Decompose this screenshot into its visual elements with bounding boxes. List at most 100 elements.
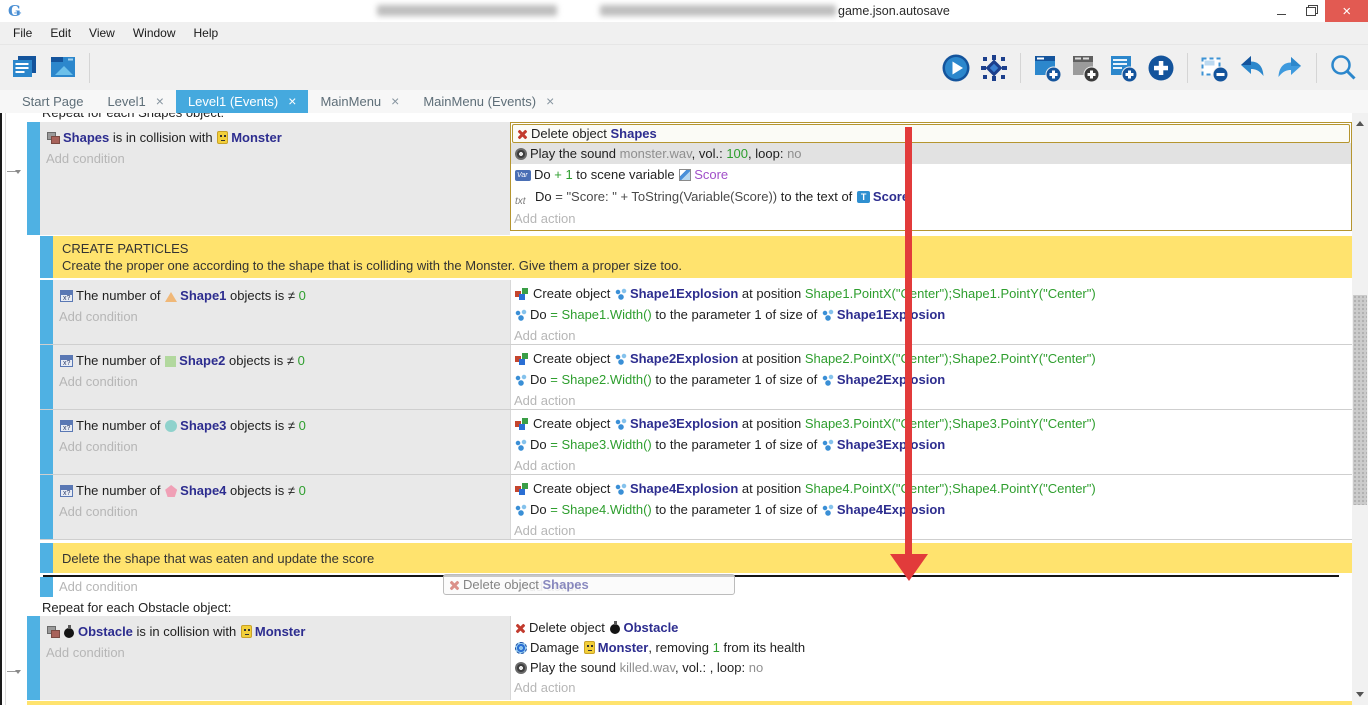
close-tab-icon[interactable]	[546, 94, 554, 109]
redo-button[interactable]	[1273, 50, 1307, 86]
event-drag-bar[interactable]	[40, 475, 53, 539]
tab-mainmenu-events[interactable]: MainMenu (Events)	[411, 90, 566, 113]
condition-row[interactable]: The number of Shape4 objects is ≠ 0	[53, 480, 510, 501]
tree-collapse-toggle[interactable]	[7, 671, 19, 672]
action-row[interactable]: Delete object Obstacle	[511, 618, 1352, 638]
shape-subevent[interactable]: The number of Shape1 objects is ≠ 0 Add …	[40, 280, 1352, 345]
event-obstacle-collision[interactable]: Obstacle is in collision with Monster Ad…	[27, 616, 1352, 700]
add-action-link[interactable]: Add action	[511, 325, 1352, 346]
action-row[interactable]: Create object Shape4Explosion at positio…	[511, 478, 1352, 499]
action-row[interactable]: Damage Monster, removing 1 from its heal…	[511, 638, 1352, 658]
menu-view[interactable]: View	[80, 22, 124, 44]
scrollbar-thumb[interactable]	[1353, 295, 1367, 505]
shape-subevent[interactable]: The number of Shape4 objects is ≠ 0 Add …	[40, 475, 1352, 540]
condition-row[interactable]: The number of Shape3 objects is ≠ 0	[53, 415, 510, 436]
comment-body[interactable]: Delete the shape that was eaten and upda…	[53, 543, 1352, 573]
conditions-panel[interactable]: Obstacle is in collision with Monster Ad…	[40, 616, 510, 700]
action-row[interactable]: Do = Shape2.Width() to the parameter 1 o…	[511, 369, 1352, 390]
debug-button[interactable]	[977, 50, 1011, 86]
event-drag-bar[interactable]	[27, 616, 40, 700]
comment-create-particles[interactable]: CREATE PARTICLES Create the proper one a…	[40, 236, 1352, 278]
tab-start-page[interactable]: Start Page	[10, 90, 95, 113]
add-action-link[interactable]: Add action	[511, 208, 1351, 229]
action-row[interactable]: Do = Shape1.Width() to the parameter 1 o…	[511, 304, 1352, 325]
add-condition-link[interactable]: Add condition	[53, 306, 510, 327]
close-tab-icon[interactable]	[288, 94, 296, 109]
comment-delete-shape[interactable]: Delete the shape that was eaten and upda…	[40, 543, 1352, 573]
conditions-panel[interactable]: The number of Shape3 objects is ≠ 0 Add …	[53, 410, 510, 474]
add-condition-link[interactable]: Add condition	[53, 371, 510, 392]
repeat-shapes-header-clipped[interactable]: Repeat for each Shapes object:	[27, 113, 1352, 122]
add-condition-link[interactable]: Add condition	[53, 436, 510, 457]
add-condition-link[interactable]: Add condition	[53, 577, 510, 597]
event-drag-bar[interactable]	[40, 345, 53, 409]
event-drag-bar[interactable]	[40, 236, 53, 278]
shape-subevent[interactable]: The number of Shape2 objects is ≠ 0 Add …	[40, 345, 1352, 410]
tab-level1-events[interactable]: Level1 (Events)	[176, 90, 309, 113]
action-row[interactable]: Create object Shape3Explosion at positio…	[511, 413, 1352, 434]
delete-selection-button[interactable]	[1197, 50, 1231, 86]
add-action-link[interactable]: Add action	[511, 520, 1352, 541]
event-drag-bar[interactable]	[40, 280, 53, 344]
action-row[interactable]: Do = Shape4.Width() to the parameter 1 o…	[511, 499, 1352, 520]
minimize-button[interactable]	[1267, 0, 1296, 22]
conditions-panel[interactable]: The number of Shape2 objects is ≠ 0 Add …	[53, 345, 510, 409]
condition-row[interactable]: The number of Shape2 objects is ≠ 0	[53, 350, 510, 371]
add-subevent-button[interactable]	[1068, 50, 1102, 86]
scroll-up-icon[interactable]	[1356, 121, 1364, 126]
action-row[interactable]: Create object Shape1Explosion at positio…	[511, 283, 1352, 304]
event-drag-bar[interactable]	[40, 577, 53, 597]
vertical-scrollbar[interactable]	[1352, 113, 1368, 705]
action-row-selected[interactable]: Delete object Shapes	[512, 124, 1350, 143]
add-other-event-button[interactable]	[1144, 50, 1178, 86]
actions-panel[interactable]: Create object Shape3Explosion at positio…	[510, 410, 1352, 474]
conditions-panel[interactable]: Shapes is in collision with Monster Add …	[40, 122, 510, 235]
condition-row[interactable]: The number of Shape1 objects is ≠ 0	[53, 285, 510, 306]
action-row[interactable]: Do = "Score: " + ToString(Variable(Score…	[511, 185, 1351, 208]
conditions-panel[interactable]: The number of Shape4 objects is ≠ 0 Add …	[53, 475, 510, 539]
add-condition-link[interactable]: Add condition	[40, 642, 510, 663]
menu-edit[interactable]: Edit	[41, 22, 80, 44]
add-condition-link[interactable]: Add condition	[53, 501, 510, 522]
condition-row[interactable]: Obstacle is in collision with Monster	[40, 621, 510, 642]
action-row[interactable]: Play the sound monster.wav, vol.: 100, l…	[511, 143, 1351, 164]
actions-panel[interactable]: Create object Shape2Explosion at positio…	[510, 345, 1352, 409]
condition-row[interactable]: Shapes is in collision with Monster	[40, 127, 510, 148]
action-row[interactable]: Play the sound killed.wav, vol.: , loop:…	[511, 658, 1352, 678]
add-action-link[interactable]: Add action	[511, 455, 1352, 476]
event-drag-bar[interactable]	[40, 410, 53, 474]
tree-collapse-toggle[interactable]	[7, 171, 19, 172]
comment-body[interactable]: CREATE PARTICLES Create the proper one a…	[53, 236, 1352, 278]
actions-panel-selected[interactable]: Delete object Shapes Play the sound mons…	[510, 122, 1352, 231]
close-tab-icon[interactable]	[391, 94, 399, 109]
close-button[interactable]	[1325, 0, 1368, 22]
drag-ghost-delete-shapes[interactable]: Delete object Shapes	[443, 574, 735, 595]
conditions-panel[interactable]: The number of Shape1 objects is ≠ 0 Add …	[53, 280, 510, 344]
repeat-obstacle-header[interactable]: Repeat for each Obstacle object:	[27, 599, 1352, 616]
tab-level1[interactable]: Level1	[95, 90, 176, 113]
add-comment-button[interactable]	[1106, 50, 1140, 86]
preview-play-button[interactable]	[939, 50, 973, 86]
scroll-down-icon[interactable]	[1356, 692, 1364, 697]
undo-button[interactable]	[1235, 50, 1269, 86]
menu-file[interactable]: File	[4, 22, 41, 44]
search-button[interactable]	[1326, 50, 1360, 86]
tab-mainmenu[interactable]: MainMenu	[308, 90, 411, 113]
menu-window[interactable]: Window	[124, 22, 185, 44]
restore-button[interactable]	[1296, 0, 1325, 22]
actions-panel[interactable]: Delete object Obstacle Damage Monster, r…	[510, 616, 1352, 700]
project-manager-button[interactable]	[8, 50, 42, 86]
events-sheet[interactable]: Repeat for each Shapes object: Shapes is…	[0, 113, 1368, 705]
add-condition-link[interactable]: Add condition	[40, 148, 510, 169]
menu-help[interactable]: Help	[185, 22, 228, 44]
action-row[interactable]: Do = Shape3.Width() to the parameter 1 o…	[511, 434, 1352, 455]
close-tab-icon[interactable]	[156, 94, 164, 109]
scene-editor-button[interactable]	[46, 50, 80, 86]
add-action-link[interactable]: Add action	[511, 678, 1352, 698]
event-shapes-collision[interactable]: Shapes is in collision with Monster Add …	[27, 122, 1352, 235]
shape-subevent[interactable]: The number of Shape3 objects is ≠ 0 Add …	[40, 410, 1352, 475]
event-drag-bar[interactable]	[40, 543, 53, 573]
actions-panel[interactable]: Create object Shape4Explosion at positio…	[510, 475, 1352, 539]
add-action-link[interactable]: Add action	[511, 390, 1352, 411]
action-row[interactable]: Create object Shape2Explosion at positio…	[511, 348, 1352, 369]
